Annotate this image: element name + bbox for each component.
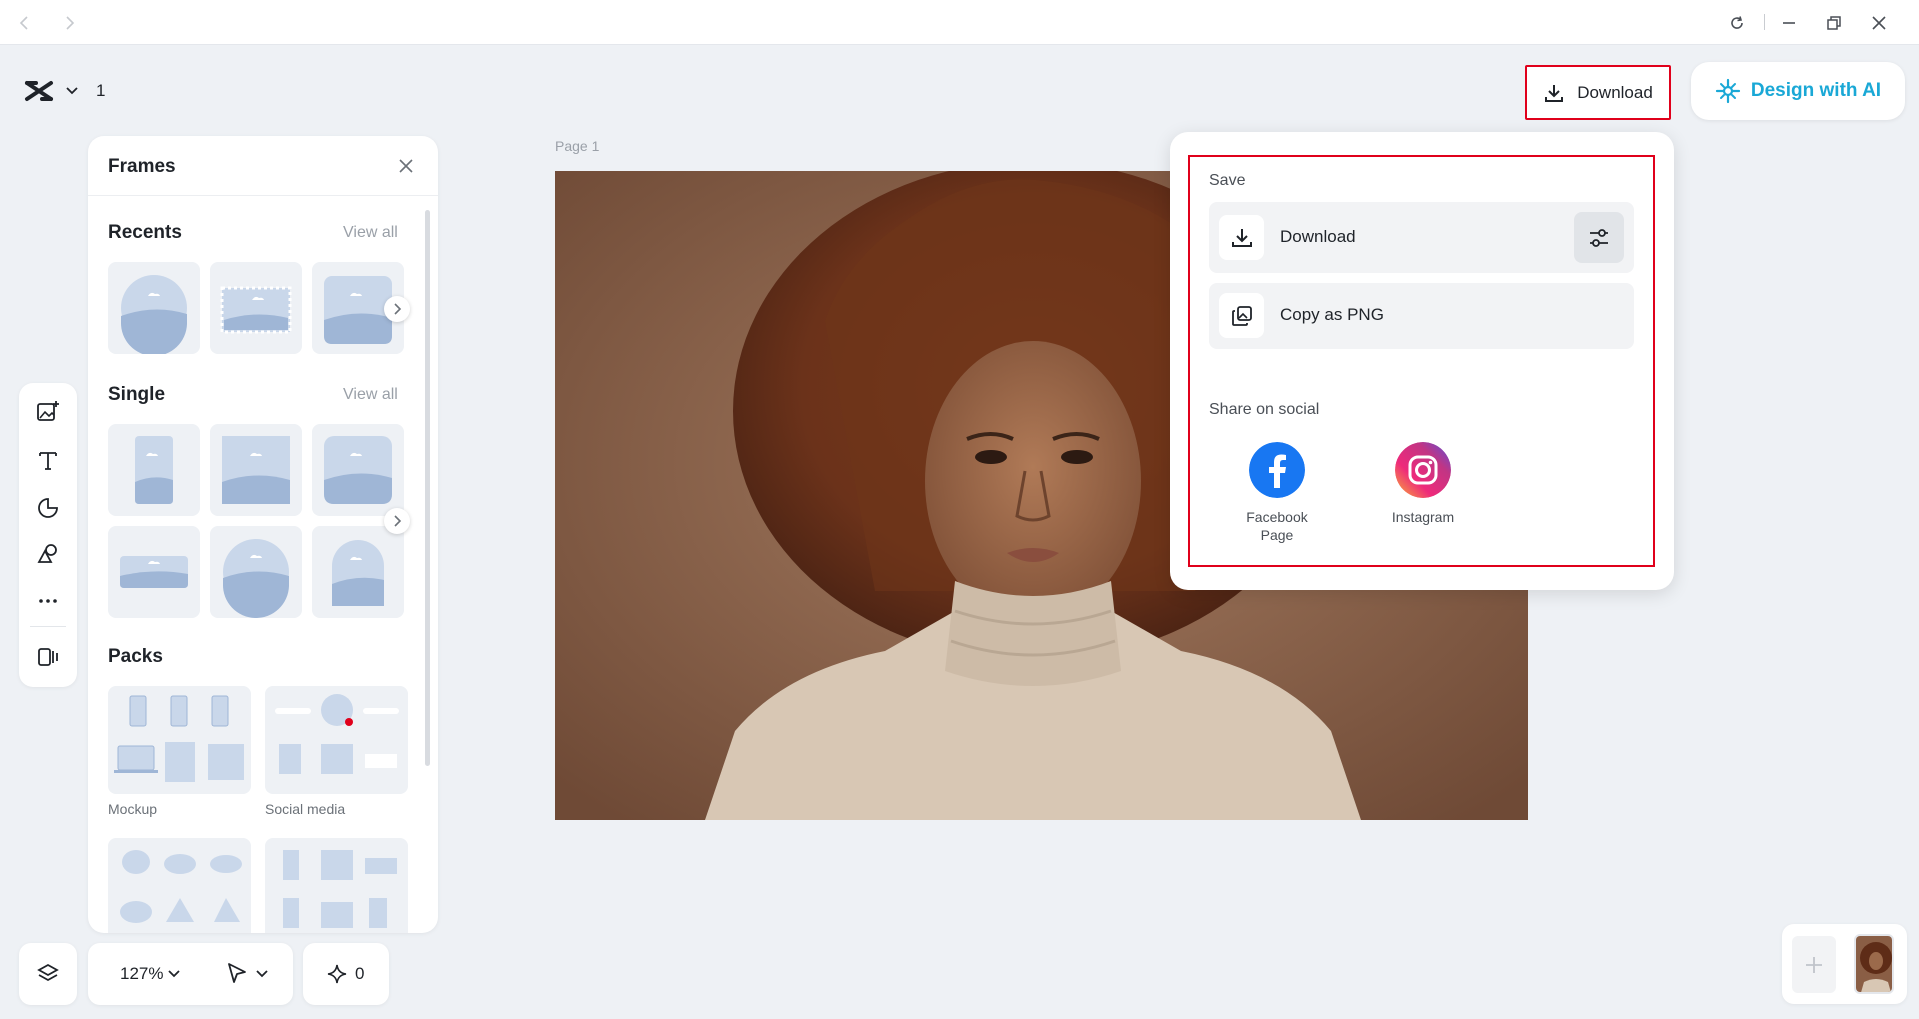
save-section-label: Save	[1209, 172, 1246, 189]
pack-social-media-label: Social media	[265, 801, 346, 817]
pack-shapes[interactable]	[108, 838, 251, 933]
frame-thumbnail-circle-2[interactable]	[210, 526, 302, 618]
image-add-icon[interactable]	[33, 397, 63, 427]
frame-thumbnail-circle[interactable]	[108, 262, 200, 354]
packs-title: Packs	[108, 646, 163, 667]
pages-strip	[1782, 924, 1907, 1004]
pack-social-media[interactable]	[265, 686, 408, 794]
facebook-icon	[1249, 442, 1305, 498]
frames-panel-icon[interactable]	[33, 642, 63, 672]
elements-icon[interactable]	[33, 539, 63, 569]
frames-panel: Frames Recents View all Single View all	[88, 136, 438, 933]
download-option-label: Download	[1280, 227, 1356, 246]
brand-menu[interactable]: 1	[24, 80, 105, 102]
download-settings-icon[interactable]	[1574, 212, 1624, 263]
download-option-icon	[1219, 215, 1264, 260]
layers-button[interactable]	[19, 943, 77, 1005]
minimize-icon[interactable]	[1776, 10, 1802, 36]
pack-mockup[interactable]	[108, 686, 251, 794]
left-toolbar	[19, 383, 77, 687]
download-button-label: Download	[1577, 82, 1653, 102]
copy-image-icon	[1219, 293, 1264, 338]
design-with-ai-label: Design with AI	[1750, 80, 1882, 101]
add-page-button[interactable]	[1792, 936, 1836, 993]
copy-as-png-label: Copy as PNG	[1280, 305, 1384, 324]
pack-mockup-label: Mockup	[108, 801, 158, 817]
frame-thumbnail-arch[interactable]	[312, 526, 404, 618]
text-icon[interactable]	[33, 445, 63, 475]
pack-layouts[interactable]	[265, 838, 408, 933]
close-icon[interactable]	[396, 156, 416, 176]
shapes-icon[interactable]	[33, 493, 63, 523]
titlebar-separator	[1764, 14, 1765, 30]
instagram-icon	[1395, 442, 1451, 498]
frames-panel-header: Frames	[88, 136, 438, 196]
zoom-level[interactable]: 127%	[120, 964, 163, 984]
plus-icon	[1806, 956, 1822, 973]
download-option[interactable]: Download	[1209, 202, 1634, 273]
zoom-chevron-down-icon[interactable]	[168, 970, 180, 978]
credits-button[interactable]: 0	[303, 943, 389, 1005]
recents-next-arrow-icon[interactable]	[384, 296, 410, 322]
page-label: Page 1	[555, 138, 600, 154]
back-arrow-icon[interactable]	[12, 10, 38, 36]
facebook-page-share[interactable]: Facebook Page	[1232, 442, 1322, 544]
download-button[interactable]: Download	[1525, 65, 1671, 120]
refresh-icon[interactable]	[1724, 10, 1750, 36]
chevron-down-icon	[66, 87, 78, 95]
recents-view-all-link[interactable]: View all	[343, 224, 398, 242]
frame-thumbnail-square[interactable]	[210, 424, 302, 516]
pointer-chevron-down-icon[interactable]	[256, 970, 268, 978]
frame-thumbnail-portrait[interactable]	[108, 424, 200, 516]
panel-scrollbar[interactable]	[425, 210, 430, 766]
frame-thumbnail-rounded-square[interactable]	[312, 424, 404, 516]
ai-sparkle-icon	[1715, 78, 1741, 104]
copy-as-png-option[interactable]: Copy as PNG	[1209, 283, 1634, 349]
toolbar-divider	[30, 626, 66, 627]
frame-thumbnail-landscape[interactable]	[108, 526, 200, 618]
restore-icon[interactable]	[1821, 10, 1847, 36]
page-thumbnail[interactable]	[1854, 934, 1894, 994]
single-next-arrow-icon[interactable]	[384, 508, 410, 534]
pointer-tool-icon[interactable]	[226, 962, 248, 986]
frames-panel-title: Frames	[108, 156, 176, 177]
facebook-label-line2: Page	[1260, 527, 1294, 543]
single-title: Single	[108, 384, 166, 405]
layers-icon	[36, 962, 60, 986]
credits-count: 0	[355, 964, 365, 983]
recents-title: Recents	[108, 222, 182, 243]
window-titlebar	[0, 0, 1919, 45]
facebook-label-line1: Facebook	[1246, 509, 1308, 525]
zoom-and-pointer-controls: 127%	[88, 943, 293, 1005]
capcut-logo-icon	[24, 80, 54, 102]
instagram-share[interactable]: Instagram	[1378, 442, 1468, 526]
frame-thumbnail-film[interactable]	[210, 262, 302, 354]
download-menu: Save Download Copy as PNG Share on socia…	[1170, 132, 1674, 590]
share-section-label: Share on social	[1209, 401, 1320, 418]
instagram-label: Instagram	[1391, 509, 1455, 525]
forward-arrow-icon[interactable]	[56, 10, 82, 36]
close-window-icon[interactable]	[1866, 10, 1892, 36]
download-icon	[1543, 82, 1565, 104]
sparkle-icon	[327, 964, 347, 984]
more-icon[interactable]	[33, 586, 63, 616]
design-with-ai-button[interactable]: Design with AI	[1691, 62, 1905, 120]
page-count: 1	[96, 81, 106, 100]
single-view-all-link[interactable]: View all	[343, 386, 398, 404]
